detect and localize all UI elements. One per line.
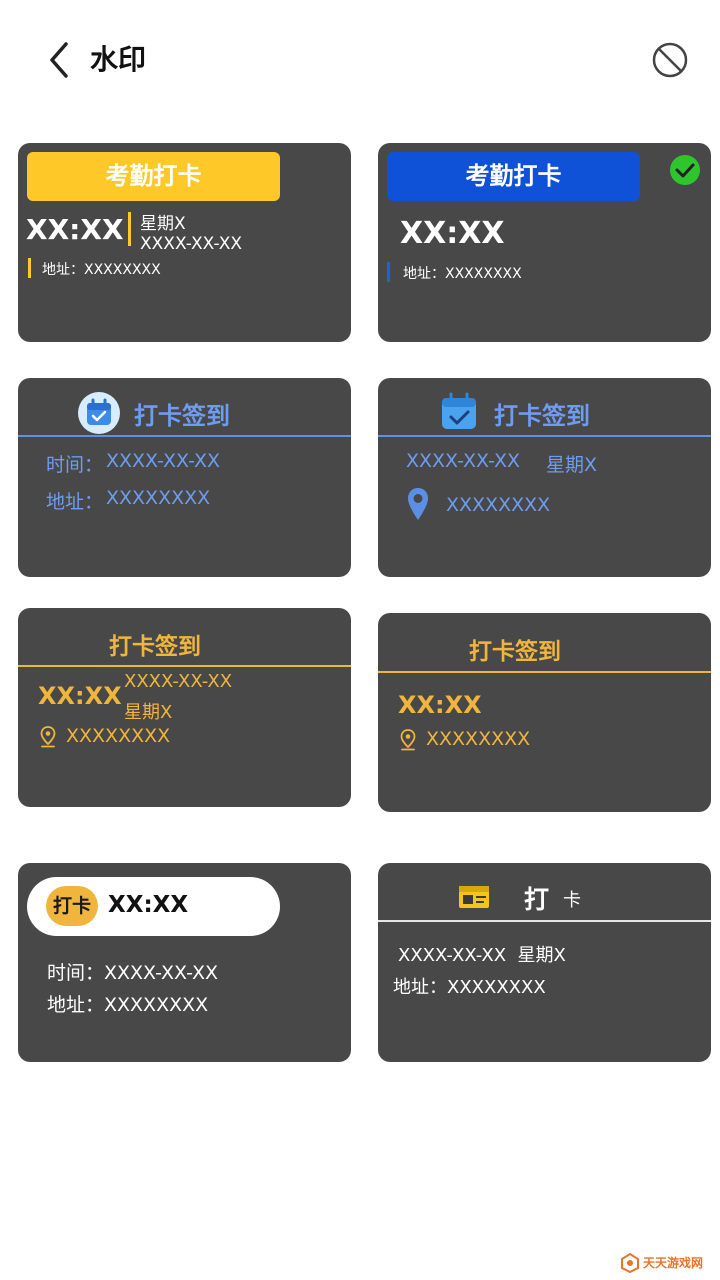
card-title-main: 打 <box>524 885 550 914</box>
calendar-icon <box>78 392 120 434</box>
site-watermark-text: 天天游戏网 <box>643 1256 704 1270</box>
address-line: 地址：XXXXXXXX <box>393 977 546 998</box>
id-card-icon <box>459 886 489 908</box>
card-banner: 考勤打卡 <box>27 152 280 201</box>
weekday-text: 星期X <box>124 702 173 723</box>
address-text: 地址：XXXXXXXX <box>403 266 522 282</box>
date-text: XXXX-XX-XX <box>140 234 243 254</box>
watermark-template-attendance-yellow[interactable]: 考勤打卡 XX:XX 星期X XXXX-XX-XX 地址：XXXXXXXX <box>18 143 351 342</box>
address-marker <box>28 258 31 278</box>
date-line: XXXX-XX-XX 星期X <box>398 945 566 966</box>
calendar-icon <box>442 392 476 429</box>
header-bar: 水印 <box>0 0 720 120</box>
weekday-text: 星期X <box>546 454 598 476</box>
divider <box>128 212 131 246</box>
back-arrow-icon <box>50 42 68 78</box>
card-title: 打卡签到 <box>469 639 561 665</box>
address-text: 地址：XXXXXXXX <box>42 262 161 278</box>
site-logo-icon <box>621 1253 639 1273</box>
disable-watermark-button[interactable] <box>648 38 692 82</box>
watermark-template-checkin-gold[interactable]: 打卡签到 XX:XX XXXX-XX-XX 星期X XXXXXXXX <box>18 608 351 807</box>
address-value: XXXXXXXX <box>106 487 211 509</box>
separator <box>18 665 351 667</box>
time-value: XXXX-XX-XX <box>106 450 221 472</box>
time-label: 时间： <box>46 454 104 476</box>
address-marker <box>387 262 390 282</box>
card-title: 打卡签到 <box>134 402 230 430</box>
watermark-template-id-card[interactable]: 打 卡 XXXX-XX-XX 星期X 地址：XXXXXXXX <box>378 863 711 1062</box>
address-value: XXXXXXXX <box>426 728 531 750</box>
date-text: XXXX-XX-XX <box>124 671 233 692</box>
watermark-template-checkin-blue[interactable]: 打卡签到 时间： XXXX-XX-XX 地址： XXXXXXXX <box>18 378 351 577</box>
location-pin-icon <box>408 488 428 520</box>
card-title: 打卡签到 <box>494 402 590 430</box>
date-text: XXXX-XX-XX <box>406 450 521 472</box>
time-text: XX:XX <box>400 216 505 251</box>
separator <box>378 671 711 673</box>
site-watermark: 天天游戏网 <box>620 1250 712 1276</box>
card-title: 打卡签到 <box>109 634 201 660</box>
back-button[interactable] <box>40 36 84 84</box>
watermark-template-pill[interactable]: 打卡 XX:XX 时间：XXXX-XX-XX 地址：XXXXXXXX <box>18 863 351 1062</box>
location-pin-icon <box>40 726 56 748</box>
no-watermark-icon <box>652 42 688 78</box>
card-banner: 考勤打卡 <box>387 152 640 201</box>
time-text: XX:XX <box>26 213 124 246</box>
address-label: 地址： <box>46 491 104 513</box>
address-line: 地址：XXXXXXXX <box>47 994 209 1016</box>
separator <box>18 435 351 437</box>
watermark-template-checkin-gold-simple[interactable]: 打卡签到 XX:XX XXXXXXXX <box>378 613 711 812</box>
check-circle-icon <box>670 155 700 185</box>
address-value: XXXXXXXX <box>66 725 171 747</box>
watermark-template-attendance-blue[interactable]: 考勤打卡 XX:XX 地址：XXXXXXXX <box>378 143 711 342</box>
separator <box>378 920 711 922</box>
separator <box>378 435 711 437</box>
time-text: XX:XX <box>398 691 482 719</box>
time-text: XX:XX <box>108 892 189 918</box>
page-title: 水印 <box>90 43 147 76</box>
location-pin-icon <box>400 729 416 751</box>
address-value: XXXXXXXX <box>446 494 551 516</box>
watermark-template-checkin-blue-pin[interactable]: 打卡签到 XXXX-XX-XX 星期X XXXXXXXX <box>378 378 711 577</box>
time-text: XX:XX <box>38 682 122 710</box>
weekday-text: 星期X <box>140 214 186 234</box>
time-line: 时间：XXXX-XX-XX <box>47 962 219 984</box>
punch-badge: 打卡 <box>46 886 98 926</box>
card-title-small: 卡 <box>563 890 581 911</box>
